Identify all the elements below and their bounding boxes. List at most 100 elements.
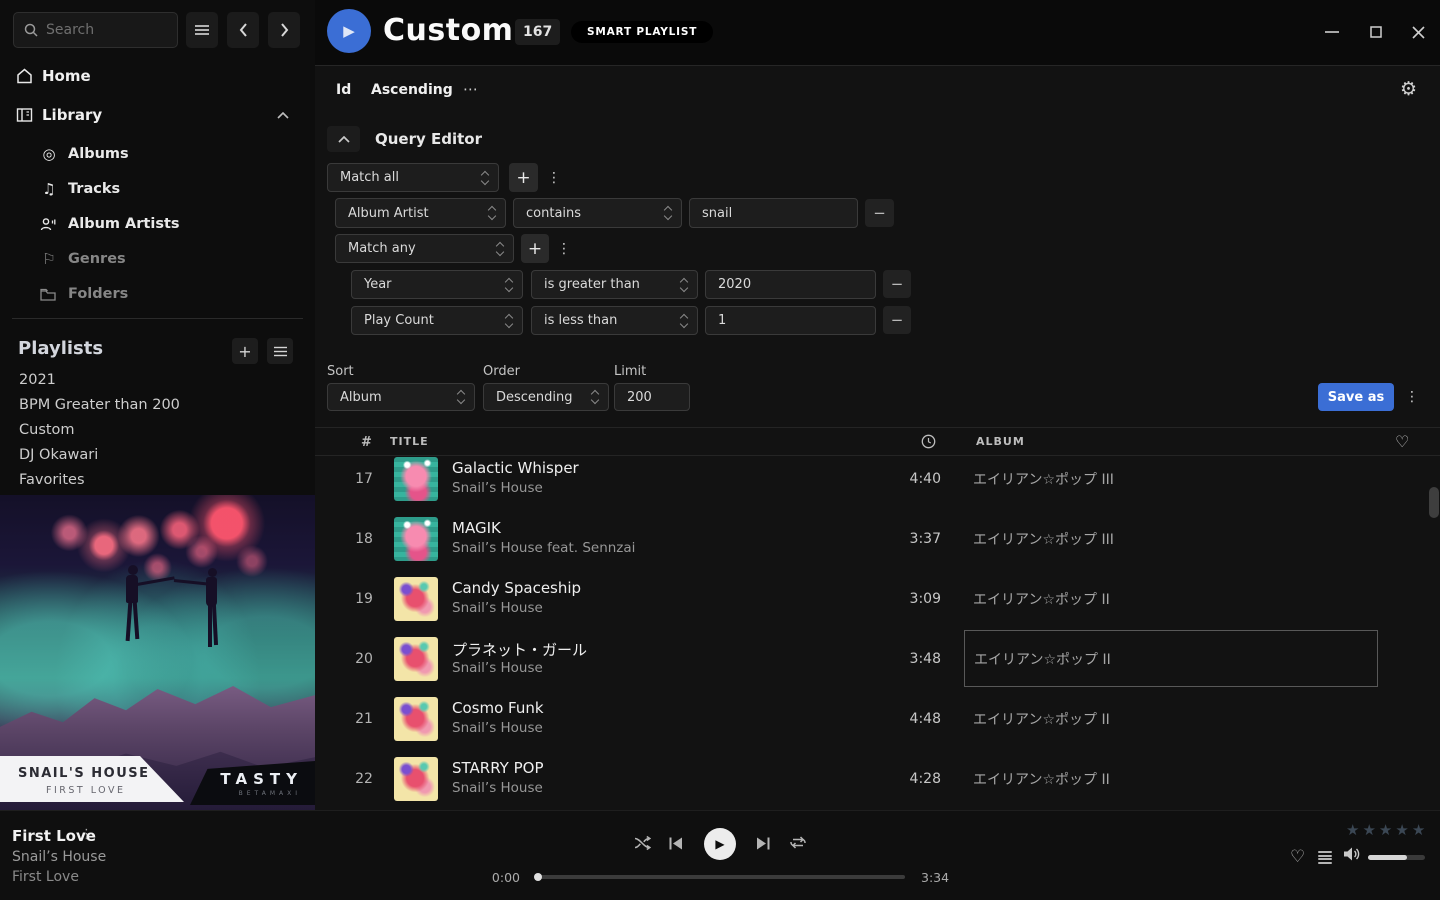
rule-value-input[interactable]: [718, 313, 863, 328]
album-art-thumb[interactable]: [394, 697, 438, 741]
group-options-button[interactable]: ⋮: [543, 163, 565, 192]
star-icon[interactable]: ★: [1395, 821, 1411, 839]
column-title[interactable]: TITLE: [390, 435, 429, 448]
sub-match-type-select[interactable]: Match any: [335, 234, 514, 263]
repeat-button[interactable]: [789, 835, 807, 850]
playlist-item[interactable]: DJ Okawari: [19, 447, 299, 469]
now-playing-album[interactable]: First Love: [12, 869, 79, 885]
star-icon[interactable]: ★: [1346, 821, 1362, 839]
menu-button[interactable]: [186, 12, 218, 48]
match-type-select[interactable]: Match all: [327, 163, 499, 192]
next-button[interactable]: [756, 837, 770, 850]
sidebar-item-library[interactable]: Library: [10, 101, 305, 129]
album-cell[interactable]: エイリアン☆ポップ III: [964, 510, 1378, 567]
seek-slider[interactable]: [535, 875, 905, 879]
album-cell[interactable]: エイリアン☆ポップ II: [964, 570, 1378, 627]
add-rule-button[interactable]: +: [509, 163, 538, 192]
sort-field-button[interactable]: Id: [336, 82, 351, 98]
nav-back-button[interactable]: [227, 12, 259, 48]
track-artist[interactable]: Snail’s House: [452, 660, 543, 676]
sidebar-item-genres[interactable]: ⚐ Genres: [40, 246, 300, 272]
scrollbar-thumb[interactable]: [1429, 487, 1439, 518]
rule-value-field[interactable]: [705, 270, 876, 299]
rule-operator-select[interactable]: contains: [513, 198, 682, 228]
volume-button[interactable]: [1343, 846, 1362, 862]
track-title[interactable]: Cosmo Funk: [452, 699, 544, 717]
more-options-button[interactable]: ⋯: [463, 80, 478, 98]
order-select[interactable]: Descending: [483, 383, 609, 411]
search-input[interactable]: [46, 22, 156, 38]
window-minimize-button[interactable]: [1317, 18, 1347, 46]
sidebar-item-album-artists[interactable]: Album Artists: [40, 211, 300, 237]
track-row[interactable]: 17 Galactic Whisper Snail’s House 4:40 エ…: [315, 449, 1440, 509]
track-artist[interactable]: Snail’s House: [452, 720, 543, 736]
track-title[interactable]: Candy Spaceship: [452, 579, 581, 597]
star-icon[interactable]: ★: [1379, 821, 1395, 839]
playlist-options-button[interactable]: [267, 338, 293, 364]
query-editor-collapse-button[interactable]: [327, 126, 360, 152]
album-art-thumb[interactable]: [394, 577, 438, 621]
shuffle-button[interactable]: [634, 835, 651, 851]
album-art-thumb[interactable]: [394, 457, 438, 501]
track-title[interactable]: STARRY POP: [452, 759, 544, 777]
now-playing-options-button[interactable]: ⋮: [80, 827, 93, 842]
playlist-item[interactable]: Custom: [19, 422, 299, 444]
column-index[interactable]: #: [352, 435, 382, 450]
sidebar-item-folders[interactable]: Folders: [40, 281, 300, 307]
track-artist[interactable]: Snail’s House: [452, 480, 543, 496]
rating-stars[interactable]: ★★★★★: [1346, 821, 1428, 839]
album-art-thumb[interactable]: [394, 637, 438, 681]
sort-direction-button[interactable]: Ascending: [371, 82, 453, 98]
sort-select[interactable]: Album: [327, 383, 475, 411]
track-title[interactable]: MAGIK: [452, 519, 501, 537]
remove-rule-button[interactable]: −: [883, 306, 911, 334]
album-cell[interactable]: エイリアン☆ポップ II: [964, 690, 1378, 747]
collapse-chevron-icon[interactable]: [277, 112, 289, 119]
column-album[interactable]: ALBUM: [976, 435, 1025, 448]
track-row[interactable]: 20 プラネット・ガール Snail’s House 3:48 エイリアン☆ポッ…: [315, 629, 1440, 689]
rule-field-select[interactable]: Play Count: [351, 306, 523, 335]
queue-button[interactable]: [1318, 851, 1332, 864]
rule-operator-select[interactable]: is less than: [531, 306, 698, 335]
remove-rule-button[interactable]: −: [883, 270, 911, 298]
rule-value-input[interactable]: [702, 206, 845, 221]
play-playlist-button[interactable]: ▶: [327, 9, 371, 53]
album-cell[interactable]: エイリアン☆ポップ III: [964, 450, 1378, 507]
playlist-item[interactable]: 2021: [19, 372, 299, 394]
group-options-button[interactable]: ⋮: [553, 234, 575, 263]
remove-rule-button[interactable]: −: [865, 199, 894, 227]
duration-clock-icon[interactable]: [921, 434, 936, 449]
track-artist[interactable]: Snail’s House feat. Sennzai: [452, 540, 635, 556]
star-icon[interactable]: ★: [1412, 821, 1428, 839]
window-maximize-button[interactable]: [1361, 18, 1391, 46]
window-close-button[interactable]: [1403, 18, 1433, 46]
rule-value-field[interactable]: [689, 198, 858, 228]
track-row[interactable]: 19 Candy Spaceship Snail’s House 3:09 エイ…: [315, 569, 1440, 629]
limit-field[interactable]: [614, 383, 690, 411]
track-row[interactable]: 18 MAGIK Snail’s House feat. Sennzai 3:3…: [315, 509, 1440, 569]
star-icon[interactable]: ★: [1362, 821, 1378, 839]
album-cell[interactable]: エイリアン☆ポップ II: [964, 750, 1378, 807]
sidebar-item-albums[interactable]: ◎ Albums: [40, 141, 300, 167]
playlist-item[interactable]: BPM Greater than 200: [19, 397, 299, 419]
save-options-button[interactable]: ⋮: [1401, 384, 1423, 410]
rule-field-select[interactable]: Year: [351, 270, 523, 299]
add-rule-button[interactable]: +: [521, 234, 549, 263]
rule-field-select[interactable]: Album Artist: [335, 198, 506, 228]
rule-operator-select[interactable]: is greater than: [531, 270, 698, 299]
previous-button[interactable]: [669, 837, 683, 850]
album-cell[interactable]: エイリアン☆ポップ II: [964, 630, 1378, 687]
playlist-item[interactable]: Favorites: [19, 472, 299, 494]
track-row[interactable]: 21 Cosmo Funk Snail’s House 4:48 エイリアン☆ポ…: [315, 689, 1440, 749]
album-art-thumb[interactable]: [394, 517, 438, 561]
limit-input[interactable]: [627, 390, 677, 405]
nav-forward-button[interactable]: [268, 12, 300, 48]
track-artist[interactable]: Snail’s House: [452, 780, 543, 796]
track-artist[interactable]: Snail’s House: [452, 600, 543, 616]
add-playlist-button[interactable]: +: [232, 338, 258, 364]
play-pause-button[interactable]: ▶: [704, 828, 736, 860]
save-as-button[interactable]: Save as: [1318, 383, 1394, 411]
track-title[interactable]: プラネット・ガール: [452, 639, 587, 660]
now-playing-artist[interactable]: Snail’s House: [12, 849, 106, 865]
seek-handle[interactable]: [534, 873, 542, 881]
